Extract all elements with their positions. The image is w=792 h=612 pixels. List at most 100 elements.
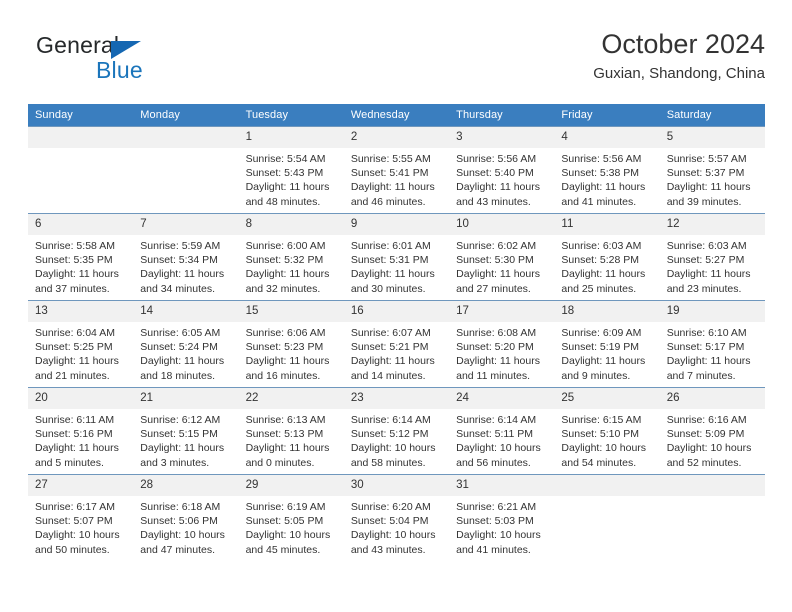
day-details [133,148,238,152]
daylight-duration-line2: and 18 minutes. [140,369,215,382]
calendar-day-cell-empty [133,126,239,214]
calendar-day-cell[interactable]: 1 Sunrise: 5:54 AM Sunset: 5:43 PM Daylight… [238,126,344,214]
calendar-day-cell[interactable]: 8 Sunrise: 6:00 AM Sunset: 5:32 PM Daylight… [238,213,344,301]
day-details: Sunrise: 6:06 AM Sunset: 5:23 PM Daylight:… [239,322,344,383]
calendar-day-cell[interactable]: 3 Sunrise: 5:56 AM Sunset: 5:40 PM Daylight… [449,126,555,214]
sunrise-time: Sunrise: 6:07 AM [350,327,431,339]
sunset-time: Sunset: 5:27 PM [666,254,745,267]
calendar-day-cell[interactable]: 19 Sunrise: 6:10 AM Sunset: 5:17 PM Dayligh… [659,300,765,388]
calendar-day-cell[interactable]: 14 Sunrise: 6:05 AM Sunset: 5:24 PM Dayligh… [133,300,239,388]
daylight-duration-line2: and 7 minutes. [666,369,736,382]
sunrise-time: Sunrise: 6:12 AM [140,414,221,426]
calendar-day-cell[interactable]: 21 Sunrise: 6:12 AM Sunset: 5:15 PM Dayligh… [133,387,239,475]
day-details: Sunrise: 6:10 AM Sunset: 5:17 PM Daylight:… [660,322,765,383]
calendar-day-cell[interactable]: 9 Sunrise: 6:01 AM Sunset: 5:31 PM Daylight… [343,213,450,301]
day-number: 27 [28,475,134,496]
page-header: General Blue October 2024 Guxian, Shando… [28,28,765,90]
calendar-day-cell[interactable]: 10 Sunrise: 6:02 AM Sunset: 5:30 PM Dayligh… [449,213,555,301]
calendar-day-cell[interactable]: 22 Sunrise: 6:13 AM Sunset: 5:13 PM Dayligh… [238,387,344,475]
calendar-day-cell[interactable]: 27 Sunrise: 6:17 AM Sunset: 5:07 PM Dayligh… [28,474,134,561]
weekday-header-sunday: Sunday [28,104,134,127]
daylight-duration-line1: Daylight: 11 hours [35,268,119,281]
daylight-duration-line2: and 5 minutes. [35,456,104,469]
calendar-day-cell[interactable]: 24 Sunrise: 6:14 AM Sunset: 5:11 PM Dayligh… [449,387,555,475]
calendar-day-cell[interactable]: 5 Sunrise: 5:57 AM Sunset: 5:37 PM Daylight… [659,126,765,214]
calendar-day-cell[interactable]: 15 Sunrise: 6:06 AM Sunset: 5:23 PM Dayligh… [238,300,344,388]
daylight-duration-line1: Daylight: 10 hours [561,442,647,455]
daylight-duration-line1: Daylight: 11 hours [350,355,435,368]
day-details: Sunrise: 6:14 AM Sunset: 5:12 PM Daylight:… [344,409,449,470]
day-number: 22 [238,388,344,409]
daylight-duration-line1: Daylight: 10 hours [140,529,225,542]
sunrise-time: Sunrise: 6:16 AM [666,414,747,426]
daylight-duration-line1: Daylight: 11 hours [140,442,225,455]
day-details: Sunrise: 6:07 AM Sunset: 5:21 PM Daylight:… [344,322,449,383]
calendar-day-cell[interactable]: 13 Sunrise: 6:04 AM Sunset: 5:25 PM Dayligh… [28,300,134,388]
calendar-day-cell[interactable]: 28 Sunrise: 6:18 AM Sunset: 5:06 PM Dayligh… [133,474,239,561]
sunset-time: Sunset: 5:12 PM [350,428,429,441]
day-number: 30 [343,475,450,496]
daylight-duration-line1: Daylight: 11 hours [140,268,225,281]
daylight-duration-line1: Daylight: 11 hours [561,181,646,194]
sunrise-time: Sunrise: 6:03 AM [561,240,642,252]
sunset-time: Sunset: 5:10 PM [561,428,640,441]
calendar-day-cell[interactable]: 18 Sunrise: 6:09 AM Sunset: 5:19 PM Dayligh… [554,300,660,388]
calendar-day-cell[interactable]: 6 Sunrise: 5:58 AM Sunset: 5:35 PM Daylight… [28,213,134,301]
daylight-duration-line2: and 37 minutes. [35,282,110,295]
day-number: 17 [449,301,555,322]
sunset-time: Sunset: 5:35 PM [35,254,113,267]
calendar-day-cell[interactable]: 7 Sunrise: 5:59 AM Sunset: 5:34 PM Daylight… [133,213,239,301]
calendar-day-cell[interactable]: 17 Sunrise: 6:08 AM Sunset: 5:20 PM Dayligh… [449,300,555,388]
sunset-time: Sunset: 5:20 PM [456,341,534,354]
calendar-day-cell[interactable]: 23 Sunrise: 6:14 AM Sunset: 5:12 PM Dayligh… [343,387,450,475]
weekday-header-wednesday: Wednesday [343,104,450,127]
daylight-duration-line2: and 47 minutes. [140,543,215,556]
calendar-day-cell[interactable]: 4 Sunrise: 5:56 AM Sunset: 5:38 PM Daylight… [554,126,660,214]
daylight-duration-line1: Daylight: 10 hours [456,442,541,455]
day-number: 11 [554,214,660,235]
calendar-day-cell[interactable]: 26 Sunrise: 6:16 AM Sunset: 5:09 PM Dayligh… [659,387,765,475]
day-number [659,475,765,496]
sunset-time: Sunset: 5:38 PM [561,167,640,180]
sunset-time: Sunset: 5:15 PM [140,428,218,441]
sunrise-time: Sunrise: 6:03 AM [666,240,747,252]
daylight-duration-line1: Daylight: 10 hours [245,529,331,542]
calendar-week-row: 6 Sunrise: 5:58 AM Sunset: 5:35 PM Daylight… [28,213,765,301]
calendar-day-cell[interactable]: 2 Sunrise: 5:55 AM Sunset: 5:41 PM Daylight… [343,126,450,214]
daylight-duration-line1: Daylight: 11 hours [561,355,646,368]
daylight-duration-line1: Daylight: 11 hours [350,268,435,281]
day-number [133,127,239,148]
sunset-time: Sunset: 5:11 PM [456,428,533,441]
calendar-day-cell[interactable]: 31 Sunrise: 6:21 AM Sunset: 5:03 PM Dayligh… [449,474,555,561]
daylight-duration-line1: Daylight: 10 hours [350,442,436,455]
calendar-day-cell[interactable]: 29 Sunrise: 6:19 AM Sunset: 5:05 PM Dayligh… [238,474,344,561]
calendar-day-cell[interactable]: 12 Sunrise: 6:03 AM Sunset: 5:27 PM Dayligh… [659,213,765,301]
location-subtitle: Guxian, Shandong, China [593,65,765,82]
daylight-duration-line2: and 46 minutes. [350,195,426,208]
day-number: 21 [133,388,239,409]
day-details: Sunrise: 5:56 AM Sunset: 5:38 PM Daylight:… [554,148,659,209]
calendar-day-cell[interactable]: 16 Sunrise: 6:07 AM Sunset: 5:21 PM Dayligh… [343,300,450,388]
sunrise-time: Sunrise: 6:14 AM [350,414,431,426]
day-details: Sunrise: 6:17 AM Sunset: 5:07 PM Daylight:… [28,496,133,557]
day-number: 25 [554,388,660,409]
day-details: Sunrise: 5:54 AM Sunset: 5:43 PM Daylight:… [239,148,344,209]
sunset-time: Sunset: 5:13 PM [245,428,324,441]
weekday-header-tuesday: Tuesday [238,104,344,127]
calendar-day-cell[interactable]: 30 Sunrise: 6:20 AM Sunset: 5:04 PM Dayligh… [343,474,450,561]
daylight-duration-line1: Daylight: 11 hours [456,181,540,194]
daylight-duration-line2: and 23 minutes. [666,282,742,295]
calendar-day-cell[interactable]: 11 Sunrise: 6:03 AM Sunset: 5:28 PM Dayligh… [554,213,660,301]
daylight-duration-line1: Daylight: 11 hours [350,181,435,194]
daylight-duration-line1: Daylight: 11 hours [456,355,540,368]
daylight-duration-line2: and 34 minutes. [140,282,215,295]
calendar-day-cell[interactable]: 20 Sunrise: 6:11 AM Sunset: 5:16 PM Dayligh… [28,387,134,475]
sunrise-time: Sunrise: 5:56 AM [456,153,537,165]
day-number: 12 [659,214,765,235]
day-details: Sunrise: 5:59 AM Sunset: 5:34 PM Daylight:… [133,235,238,296]
daylight-duration-line1: Daylight: 11 hours [35,355,119,368]
sunset-time: Sunset: 5:30 PM [456,254,534,267]
calendar-day-cell[interactable]: 25 Sunrise: 6:15 AM Sunset: 5:10 PM Dayligh… [554,387,660,475]
daylight-duration-line2: and 58 minutes. [350,456,426,469]
sunset-time: Sunset: 5:04 PM [350,515,429,528]
